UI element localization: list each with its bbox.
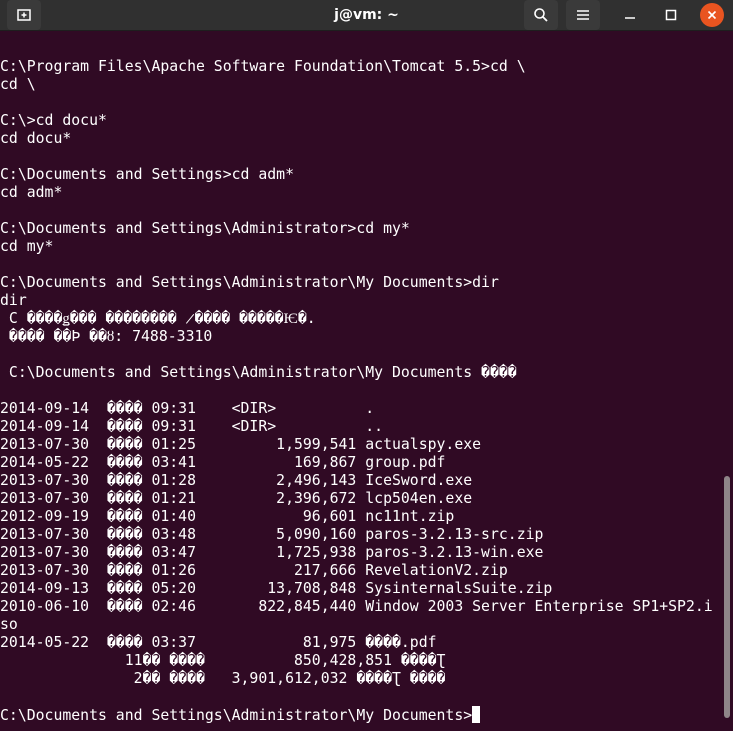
terminal-line: 2013-07-30 ���� 03:48 5,090,160 paros-3.…	[0, 526, 722, 544]
terminal-lines: C:\Program Files\Apache Software Foundat…	[0, 58, 722, 706]
terminal-line: C:\Documents and Settings\Administrator>…	[0, 220, 722, 238]
terminal-line: 11�� ���� 850,428,851 ����Ʈ	[0, 652, 722, 670]
terminal-line: C:\>cd docu*	[0, 112, 722, 130]
terminal-line: ���� ��Ϸ ��ȣ: 7488-3310	[0, 328, 722, 346]
terminal-line: 2014-09-13 ���� 05:20 13,708,848 Sysinte…	[0, 580, 722, 598]
terminal-line: C:\Documents and Settings>cd adm*	[0, 166, 722, 184]
terminal-prompt: C:\Documents and Settings\Administrator\…	[0, 707, 472, 724]
terminal-line: 2014-09-14 ���� 09:31 <DIR> ..	[0, 418, 722, 436]
terminal-output[interactable]: C:\Program Files\Apache Software Foundat…	[0, 31, 722, 731]
terminal-line: C:\Program Files\Apache Software Foundat…	[0, 58, 722, 76]
terminal-line	[0, 148, 722, 166]
terminal-line: 2014-09-14 ���� 09:31 <DIR> .	[0, 400, 722, 418]
search-button[interactable]	[524, 0, 558, 30]
terminal-line	[0, 382, 722, 400]
title-bar: j@vm: ~	[0, 0, 733, 31]
terminal-line: cd adm*	[0, 184, 722, 202]
terminal-line: C:\Documents and Settings\Administrator\…	[0, 274, 722, 292]
terminal-line	[0, 346, 722, 364]
terminal-line: 2013-07-30 ���� 01:25 1,599,541 actualsp…	[0, 436, 722, 454]
terminal-line	[0, 202, 722, 220]
terminal-line	[0, 94, 722, 112]
menu-button[interactable]	[566, 0, 600, 30]
text-cursor	[472, 706, 480, 723]
terminal-line: 2013-07-30 ���� 01:26 217,666 Revelation…	[0, 562, 722, 580]
terminal-line	[0, 688, 722, 706]
hamburger-menu-icon	[576, 8, 590, 22]
terminal-line: 2014-05-22 ���� 03:37 81,975 ����.pdf	[0, 634, 722, 652]
terminal-line: 2013-07-30 ���� 01:21 2,396,672 lcp504en…	[0, 490, 722, 508]
terminal-line: 2013-07-30 ���� 03:47 1,725,938 paros-3.…	[0, 544, 722, 562]
minimize-icon	[624, 9, 636, 21]
terminal-line: 2�� ���͸� 3,901,612,032 ����Ʈ ����	[0, 670, 722, 688]
close-icon	[707, 10, 717, 20]
new-tab-icon	[16, 7, 32, 23]
terminal-line: 2010-06-10 ���� 02:46 822,845,440 Window…	[0, 598, 722, 616]
terminal-line: 2012-09-19 ���� 01:40 96,601 nc11nt.zip	[0, 508, 722, 526]
search-icon	[533, 7, 549, 23]
terminal-line: dir	[0, 292, 722, 310]
terminal-prompt-line[interactable]: C:\Documents and Settings\Administrator\…	[0, 706, 722, 724]
terminal-line	[0, 256, 722, 274]
terminal-line: cd my*	[0, 238, 722, 256]
close-button[interactable]	[700, 3, 724, 27]
new-tab-button[interactable]	[7, 0, 41, 30]
maximize-button[interactable]	[656, 0, 686, 30]
minimize-button[interactable]	[615, 0, 645, 30]
terminal-line: 2013-07-30 ���� 01:28 2,496,143 IceSword…	[0, 472, 722, 490]
terminal-line: 2014-05-22 ���� 03:41 169,867 group.pdf	[0, 454, 722, 472]
terminal-line: cd docu*	[0, 130, 722, 148]
terminal-line: C:\Documents and Settings\Administrator\…	[0, 364, 722, 382]
terminal-line: C ����ǥ��� �������� ̷���� �����Ѥ�.	[0, 310, 722, 328]
terminal-line: so	[0, 616, 722, 634]
maximize-icon	[665, 9, 677, 21]
terminal-line: cd \	[0, 76, 722, 94]
scrollbar-thumb[interactable]	[724, 476, 730, 718]
